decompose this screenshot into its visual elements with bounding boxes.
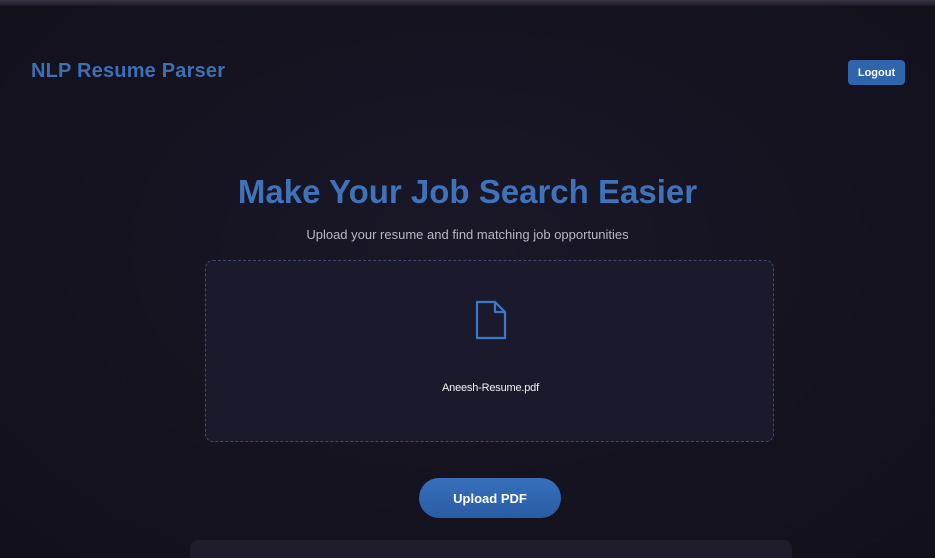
app-title: NLP Resume Parser (31, 60, 226, 82)
page: NLP Resume Parser Logout Make Your Job S… (0, 0, 935, 558)
hero-title: Make Your Job Search Easier (237, 173, 698, 210)
results-panel (190, 540, 792, 558)
selected-file-name: Aneesh-Resume.pdf (442, 382, 539, 394)
logout-button[interactable]: Logout (848, 60, 905, 85)
window-top-edge (0, 0, 935, 6)
resume-dropzone[interactable]: Aneesh-Resume.pdf (205, 260, 774, 442)
upload-pdf-button[interactable]: Upload PDF (419, 478, 561, 518)
hero-subtitle: Upload your resume and find matching job… (306, 227, 629, 242)
file-icon (475, 300, 507, 340)
